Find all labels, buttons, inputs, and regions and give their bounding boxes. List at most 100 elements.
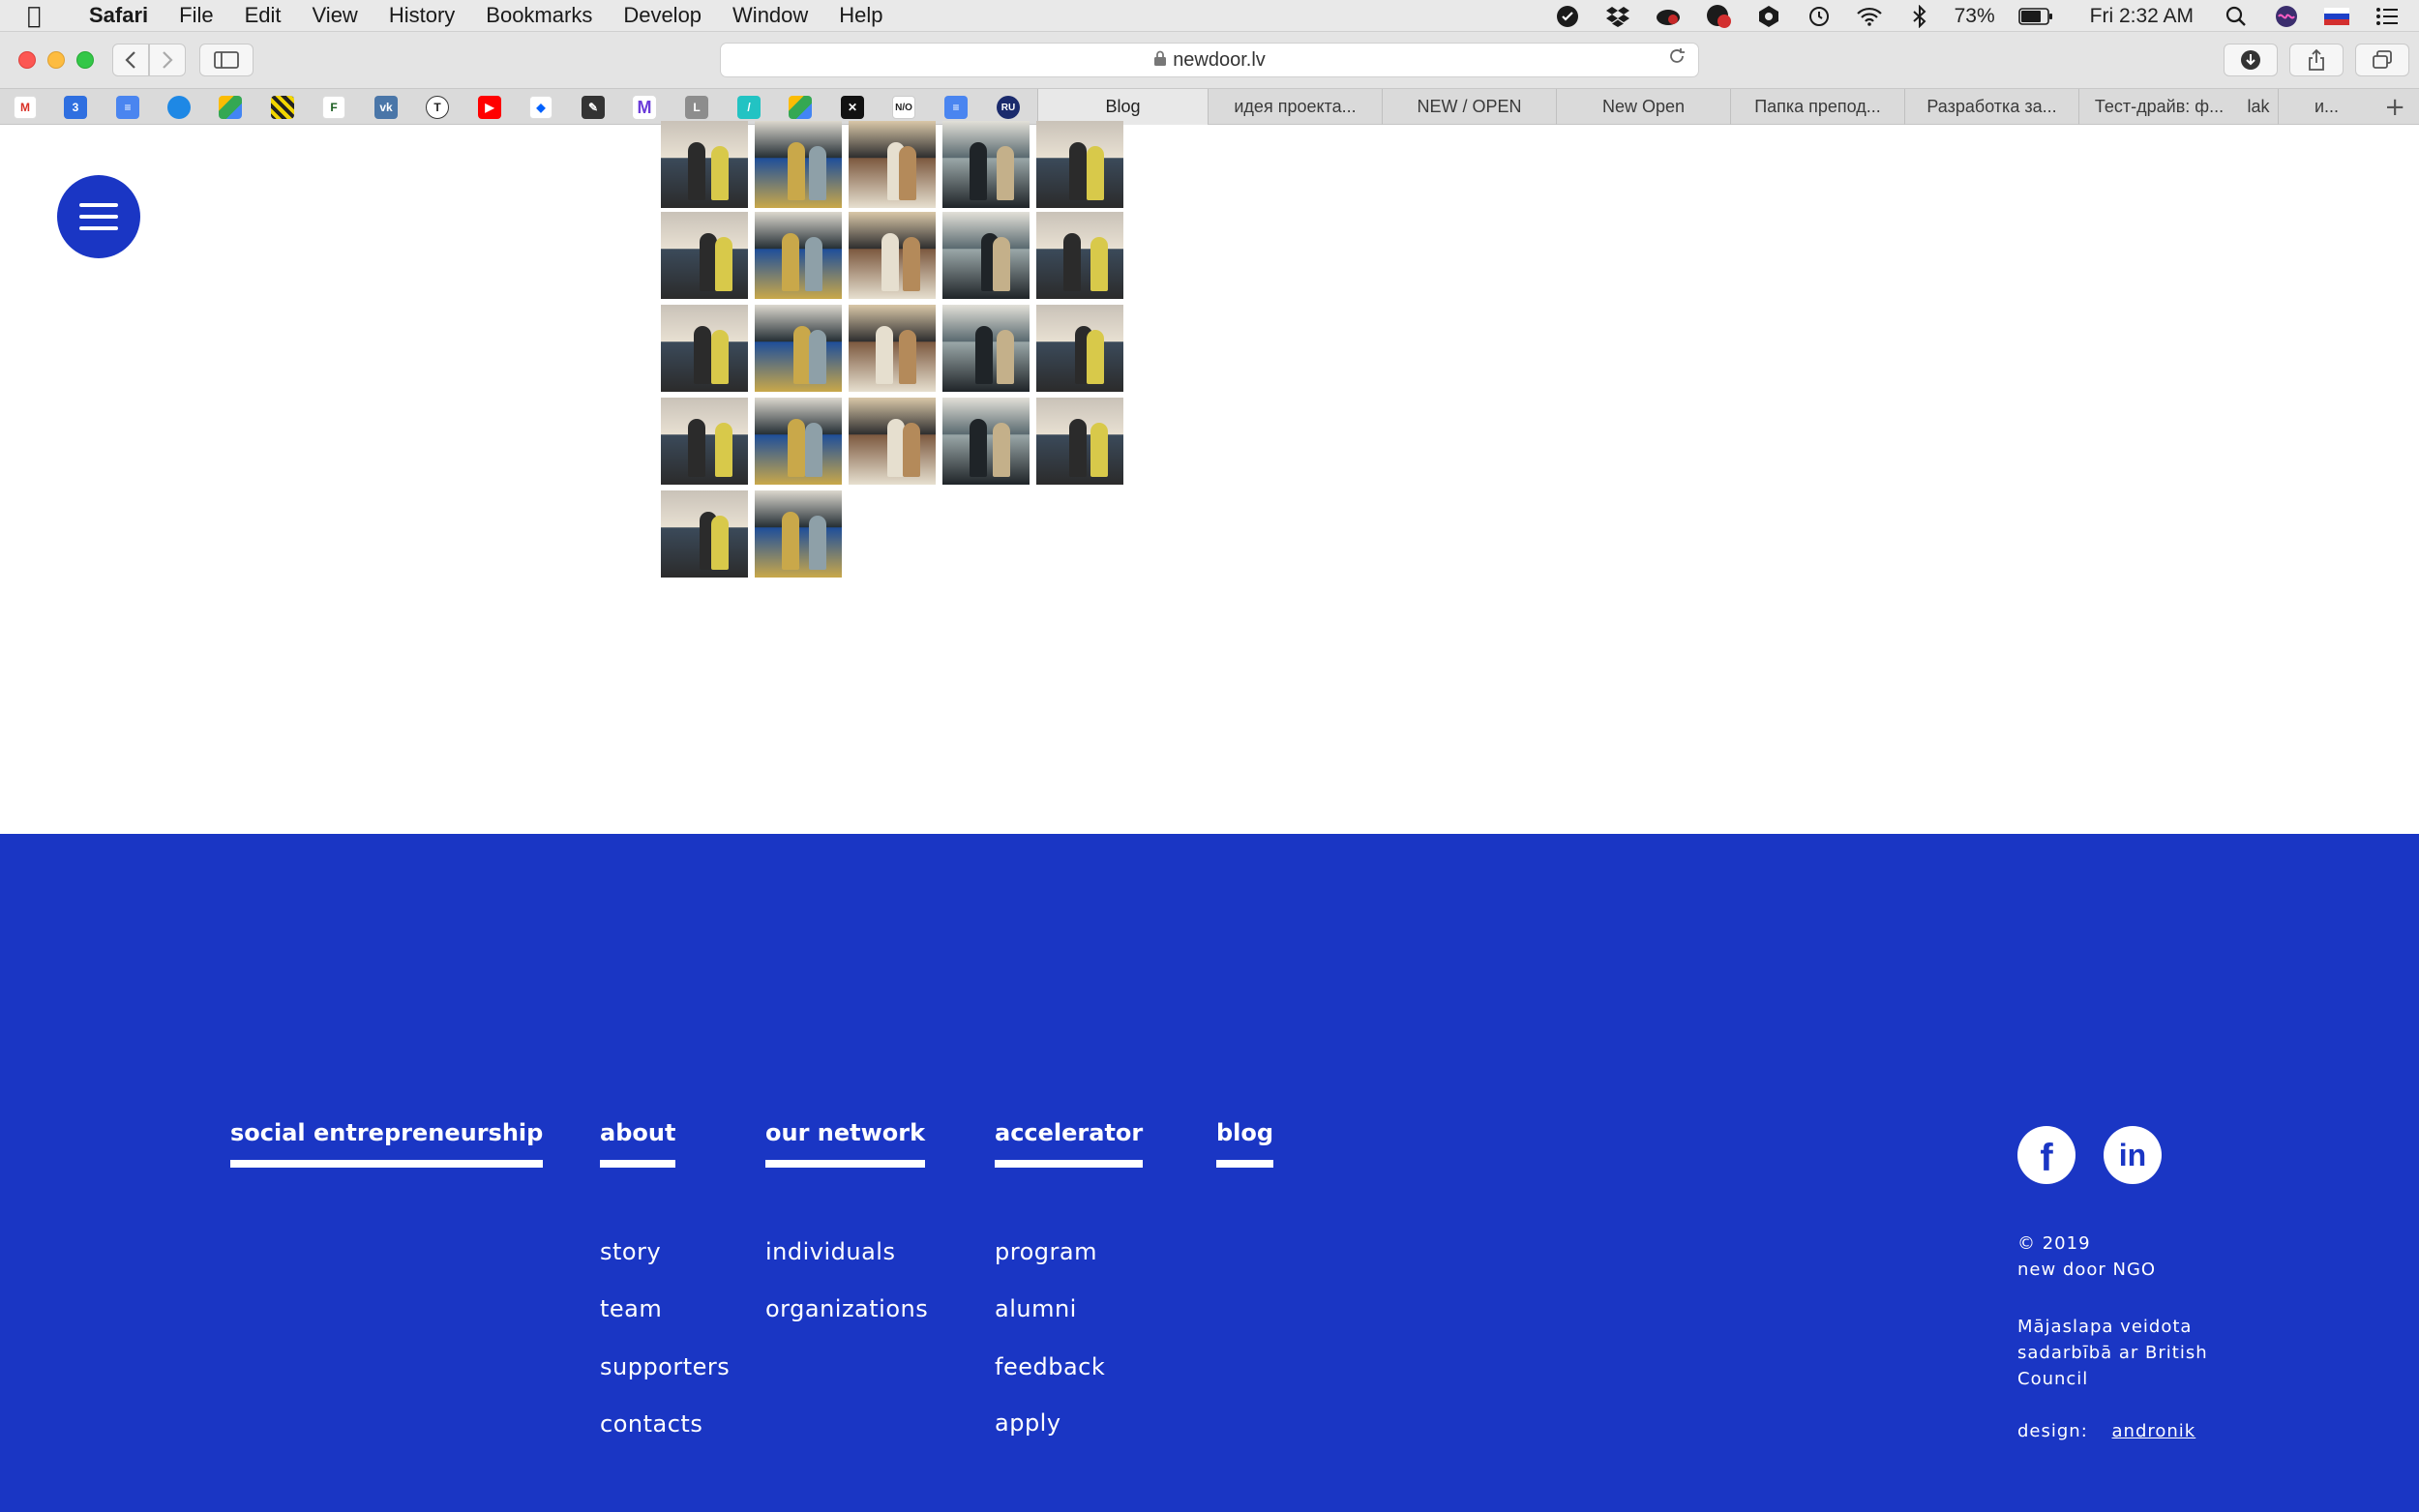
menu-develop[interactable]: Develop [623, 3, 702, 28]
gallery-photo-thumbnail[interactable] [942, 398, 1030, 485]
footer-link-alumni[interactable]: alumni [995, 1295, 1077, 1322]
footer-link-organizations[interactable]: organizations [765, 1295, 928, 1322]
share-button[interactable] [2289, 44, 2344, 76]
gallery-photo-thumbnail[interactable] [755, 121, 842, 208]
app-extension-icon[interactable] [1756, 4, 1781, 29]
footer-link-program[interactable]: program [995, 1238, 1097, 1265]
spotlight-search-icon[interactable] [2224, 4, 2249, 29]
linkedin-button[interactable]: in [2104, 1126, 2162, 1184]
tab-blog[interactable]: Blog [1037, 89, 1208, 125]
gallery-photo-thumbnail[interactable] [849, 212, 936, 299]
vk-icon[interactable]: vk [374, 96, 398, 119]
address-bar[interactable]: newdoor.lv [720, 43, 1699, 77]
feedly-icon[interactable]: F [322, 96, 345, 119]
gallery-photo-thumbnail[interactable] [1036, 398, 1123, 485]
footer-heading-accelerator[interactable]: accelerator [995, 1119, 1144, 1168]
m-bookmark-icon[interactable]: M [633, 96, 656, 119]
tab-new-open[interactable]: NEW / OPEN [1382, 89, 1556, 125]
gmail-icon[interactable]: M [14, 96, 37, 119]
gallery-photo-thumbnail[interactable] [849, 398, 936, 485]
drive-icon[interactable] [219, 96, 242, 119]
gallery-photo-thumbnail[interactable] [942, 212, 1030, 299]
menu-app-name[interactable]: Safari [89, 3, 148, 28]
docs-bookmark-icon[interactable]: ≡ [944, 96, 968, 119]
tab-overflow[interactable]: и... [2278, 89, 2374, 125]
dark-bookmark-icon[interactable]: ✎ [582, 96, 605, 119]
forward-button[interactable] [149, 44, 186, 76]
tab-development[interactable]: Разработка за... [1904, 89, 2078, 125]
notification-badge-icon[interactable] [1706, 4, 1731, 29]
messenger-icon[interactable] [167, 96, 191, 119]
menu-edit[interactable]: Edit [245, 3, 282, 28]
wifi-icon[interactable] [1856, 4, 1882, 29]
striped-bookmark-icon[interactable] [271, 96, 294, 119]
tab-test-drive[interactable]: Тест-драйв: ф... [2078, 89, 2239, 125]
input-source-flag-icon[interactable] [2324, 4, 2349, 29]
siri-icon[interactable] [2274, 4, 2299, 29]
hamburger-menu-button[interactable] [57, 175, 140, 258]
close-window-button[interactable] [18, 51, 36, 69]
time-machine-icon[interactable] [1807, 4, 1832, 29]
youtube-icon[interactable]: ▶ [478, 96, 501, 119]
gallery-photo-thumbnail[interactable] [755, 490, 842, 578]
footer-link-apply[interactable]: apply [995, 1409, 1061, 1437]
gallery-photo-thumbnail[interactable] [755, 212, 842, 299]
docs-icon[interactable]: ≡ [116, 96, 139, 119]
gallery-photo-thumbnail[interactable] [942, 305, 1030, 392]
menu-help[interactable]: Help [839, 3, 882, 28]
footer-link-individuals[interactable]: individuals [765, 1238, 895, 1265]
new-tab-plus-icon[interactable]: + [2384, 93, 2405, 122]
gallery-photo-thumbnail[interactable] [661, 212, 748, 299]
footer-heading-blog[interactable]: blog [1216, 1119, 1274, 1168]
gallery-photo-thumbnail[interactable] [661, 121, 748, 208]
battery-icon[interactable] [2017, 4, 2054, 29]
footer-link-team[interactable]: team [600, 1295, 662, 1322]
drive-bookmark-icon[interactable] [789, 96, 812, 119]
gallery-photo-thumbnail[interactable] [1036, 121, 1123, 208]
black-bookmark-icon[interactable]: ✕ [841, 96, 864, 119]
menu-window[interactable]: Window [732, 3, 808, 28]
gallery-photo-thumbnail[interactable] [755, 398, 842, 485]
apple-menu-icon[interactable]:  [27, 2, 62, 29]
menu-bookmarks[interactable]: Bookmarks [486, 3, 592, 28]
menu-history[interactable]: History [389, 3, 455, 28]
tab-idea[interactable]: идея проекта... [1208, 89, 1382, 125]
footer-heading-about[interactable]: about [600, 1119, 676, 1168]
footer-link-supporters[interactable]: supporters [600, 1353, 730, 1380]
minimize-window-button[interactable] [47, 51, 65, 69]
ru-bookmark-icon[interactable]: RU [997, 96, 1020, 119]
footer-link-contacts[interactable]: contacts [600, 1410, 702, 1438]
menu-view[interactable]: View [313, 3, 358, 28]
dropbox-bookmark-icon[interactable]: ◆ [529, 96, 552, 119]
clock[interactable]: Fri 2:32 AM [2090, 5, 2194, 28]
gallery-photo-thumbnail[interactable] [849, 305, 936, 392]
gallery-photo-thumbnail[interactable] [1036, 212, 1123, 299]
gallery-photo-thumbnail[interactable] [1036, 305, 1123, 392]
footer-link-story[interactable]: story [600, 1238, 661, 1265]
tab-folder[interactable]: Папка препод... [1730, 89, 1904, 125]
notification-center-icon[interactable] [2374, 4, 2400, 29]
downloads-button[interactable] [2224, 44, 2278, 76]
l-bookmark-icon[interactable]: L [685, 96, 708, 119]
zoom-window-button[interactable] [76, 51, 94, 69]
t-bookmark-icon[interactable]: T [426, 96, 449, 119]
sidebar-toggle-button[interactable] [199, 44, 254, 76]
gallery-photo-thumbnail[interactable] [661, 490, 748, 578]
gallery-photo-thumbnail[interactable] [661, 305, 748, 392]
tab-overview-button[interactable] [2355, 44, 2409, 76]
footer-link-feedback[interactable]: feedback [995, 1353, 1105, 1380]
tab-lak[interactable]: lak [2239, 89, 2278, 125]
teal-bookmark-icon[interactable]: / [737, 96, 761, 119]
no-bookmark-icon[interactable]: N/O [892, 96, 915, 119]
gallery-photo-thumbnail[interactable] [755, 305, 842, 392]
gallery-photo-thumbnail[interactable] [661, 398, 748, 485]
facebook-button[interactable]: f [2017, 1126, 2076, 1184]
tasks-icon[interactable] [1555, 4, 1580, 29]
menu-file[interactable]: File [179, 3, 213, 28]
gallery-photo-thumbnail[interactable] [849, 121, 936, 208]
creative-cloud-icon[interactable] [1656, 4, 1681, 29]
tab-new-open-2[interactable]: New Open [1556, 89, 1730, 125]
back-button[interactable] [112, 44, 149, 76]
calendar-icon[interactable]: 3 [64, 96, 87, 119]
footer-heading-social-entrepreneurship[interactable]: social entrepreneurship [230, 1119, 544, 1168]
